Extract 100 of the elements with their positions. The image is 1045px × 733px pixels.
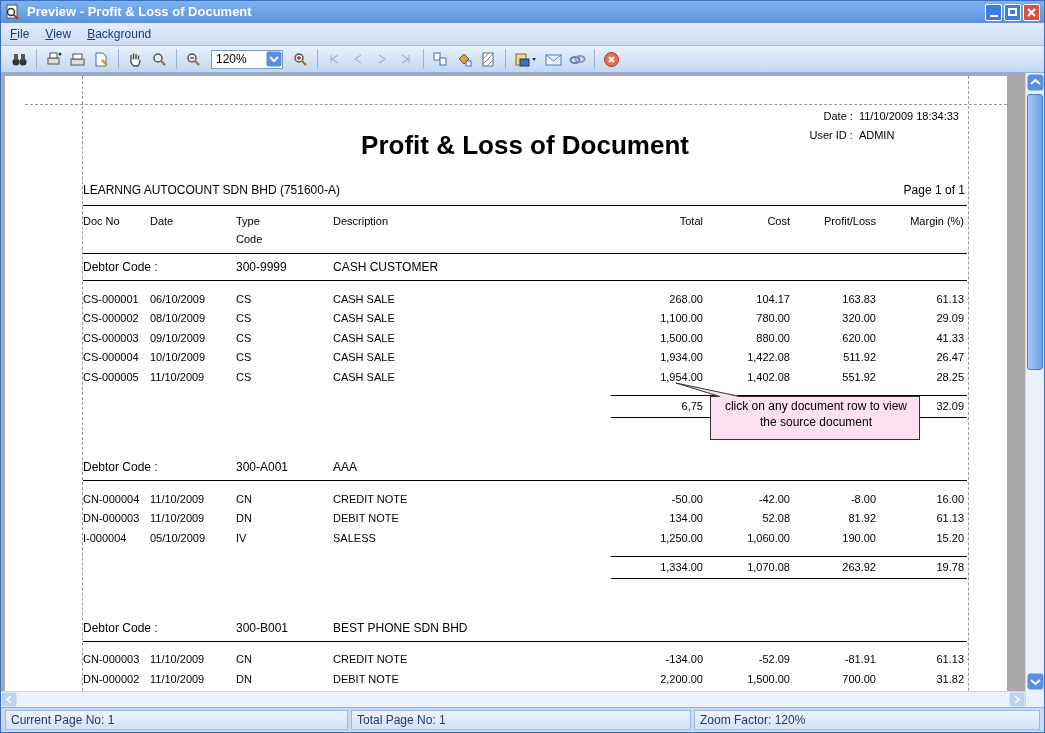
scroll-down-icon[interactable] [1026, 673, 1044, 690]
table-cell-text: 09/10/2009 [150, 330, 207, 346]
report-title: Profit & Loss of Document [361, 129, 689, 162]
table-cell-text: CS [236, 350, 253, 366]
table-cell-text: CS-000002 [83, 311, 140, 327]
table-cell-text: 11/10/2009 [150, 671, 206, 687]
multiple-pages-icon [432, 50, 449, 68]
table-cell-text: CASH SALE [333, 369, 396, 385]
table-cell-text: CASH SALE [333, 350, 396, 366]
debtor-name: AAA [333, 458, 358, 476]
table-cell-text: CS [236, 369, 253, 385]
table-cell-text: 10/10/2009 [150, 350, 207, 366]
document-row[interactable]: CN-000004 11/10/2009 CN CREDIT NOTE -50.00 -42.00 -8.00 16.00 [83, 488, 967, 509]
table-cell-text: -42.00 [757, 491, 791, 507]
document-row[interactable]: I-000004 05/10/2009 IV SALESS 1,250.00 1,060.00 190.00 15.20 [83, 528, 967, 548]
debtor-code: 300-9999 [236, 259, 288, 276]
document-row[interactable]: DN-000003 11/10/2009 DN DEBIT NOTE 134.00 52.08 81.92 61.13 [83, 508, 967, 529]
document-row[interactable]: CN-000003 11/10/2009 CN CREDIT NOTE -134.00 -52.09 -81.91 61.13 [83, 649, 967, 670]
table-cell-text: 268.00 [668, 291, 704, 307]
table-cell-text: CS-000003 [83, 330, 140, 346]
column-header: Type Code [236, 214, 264, 247]
table-cell-text: DN [236, 511, 253, 527]
table-cell-text: 15.20 [935, 530, 965, 546]
table-cell-text: -8.00 [849, 491, 877, 507]
debtor-code: 300-B001 [236, 619, 290, 637]
total-cell: 19.78 [936, 561, 964, 573]
total-cell: 1,070.08 [747, 561, 790, 573]
table-cell-text: 1,250.00 [659, 530, 704, 546]
table-cell-text: 700.00 [841, 671, 877, 687]
table-cell-text: 61.13 [935, 511, 965, 527]
table-cell-text: 134.00 [668, 511, 704, 527]
table-cell-text: 29.09 [935, 311, 965, 327]
scroll-up-icon[interactable] [1026, 74, 1044, 91]
table-cell-text: IV [236, 530, 248, 546]
table-cell-text: 190.00 [841, 530, 877, 546]
table-cell-text: 41.33 [935, 330, 965, 346]
table-cell-text: 1,060.00 [746, 530, 791, 546]
table-cell-text: 1,500.00 [746, 671, 791, 687]
table-cell-text: DN [236, 671, 253, 687]
table-cell-text: 28.25 [935, 369, 965, 385]
table-cell-text: CS [236, 291, 253, 307]
debtor-code-label: Debtor Code : [83, 458, 159, 476]
column-header: Doc No [83, 214, 121, 229]
document-row[interactable]: CS-000005 11/10/2009 CS CASH SALE 1,954.00 1,402.08 551.92 28.25 [83, 367, 967, 387]
document-row[interactable]: DN-000002 11/10/2009 DN DEBIT NOTE 2,200.00 1,500.00 700.00 31.82 [83, 669, 967, 689]
table-cell-text: 81.92 [847, 511, 877, 527]
zoom-in-icon [292, 50, 309, 68]
maximize-button[interactable] [1004, 3, 1021, 21]
table-cell-text: CN-000004 [83, 491, 141, 507]
page-number: Page 1 of 1 [903, 182, 966, 199]
document-row[interactable]: CS-000001 06/10/2009 CS CASH SALE 268.00 104.17 163.83 61.13 [83, 289, 967, 309]
close-button[interactable] [1023, 3, 1040, 21]
table-cell-text: CN [236, 652, 253, 668]
table-cell-text: CS [236, 311, 253, 327]
table-cell-text: 880.00 [755, 330, 791, 346]
table-cell-text: 11/10/2009 [150, 652, 206, 668]
column-header: Total [678, 214, 704, 229]
close-icon [603, 50, 620, 68]
vertical-scrollbar[interactable] [1025, 73, 1044, 707]
table-cell-text: 163.83 [841, 291, 877, 307]
table-cell-text: -81.91 [843, 652, 877, 668]
table-cell-text: CASH SALE [333, 330, 396, 346]
table-cell-text: 52.08 [761, 511, 791, 527]
magnifier-icon [151, 50, 168, 68]
printer-icon [69, 50, 86, 68]
total-cell: 32.09 [936, 400, 964, 413]
document-row[interactable]: CS-000002 08/10/2009 CS CASH SALE 1,100.00 780.00 320.00 29.09 [83, 308, 967, 329]
document-row[interactable]: CS-000003 09/10/2009 CS CASH SALE 1,500.00 880.00 620.00 41.33 [83, 328, 967, 348]
zoom-dropdown[interactable]: 120% [211, 49, 283, 69]
table-cell-text: 320.00 [841, 311, 877, 327]
debtor-name: CASH CUSTOMER [333, 259, 440, 276]
minimize-icon [989, 14, 998, 17]
menu-item[interactable]: View [42, 25, 75, 43]
status-panel: Current Page No: 1 [5, 710, 348, 730]
column-header: Profit/Loss [823, 214, 877, 229]
table-cell-text: 61.13 [935, 652, 965, 668]
minimize-button[interactable] [985, 3, 1002, 21]
hatched-page-icon [480, 50, 497, 68]
table-cell-text: 2,200.00 [659, 671, 704, 687]
total-cell: 6,75 [681, 400, 703, 413]
table-cell-text: CASH SALE [333, 291, 396, 307]
table-cell-text: 511.92 [842, 350, 877, 366]
debtor-code: 300-A001 [236, 458, 290, 476]
document-row[interactable]: CS-000004 10/10/2009 CS CASH SALE 1,934.00 1,422.08 511.92 26.47 [83, 347, 967, 368]
page-wrench-icon [93, 50, 110, 68]
table-cell-text: CS-000004 [83, 350, 140, 366]
menu-item[interactable]: Background [84, 25, 155, 43]
table-cell-text: -50.00 [670, 491, 704, 507]
table-cell-text: 1,422.08 [746, 350, 791, 366]
zoom-out-icon [185, 50, 202, 68]
total-cell: 263.92 [842, 561, 876, 573]
table-cell-text: 31.82 [935, 671, 965, 687]
scroll-thumb[interactable] [1027, 94, 1043, 370]
table-cell-text: I-000004 [83, 530, 128, 546]
user-id: ADMIN [858, 127, 896, 143]
table-cell-text: 16.00 [935, 491, 965, 507]
table-cell-text: 26.47 [935, 350, 965, 366]
date-label: Date : [822, 109, 853, 124]
column-header: Date [150, 214, 175, 229]
menu-item[interactable]: File [7, 25, 33, 43]
